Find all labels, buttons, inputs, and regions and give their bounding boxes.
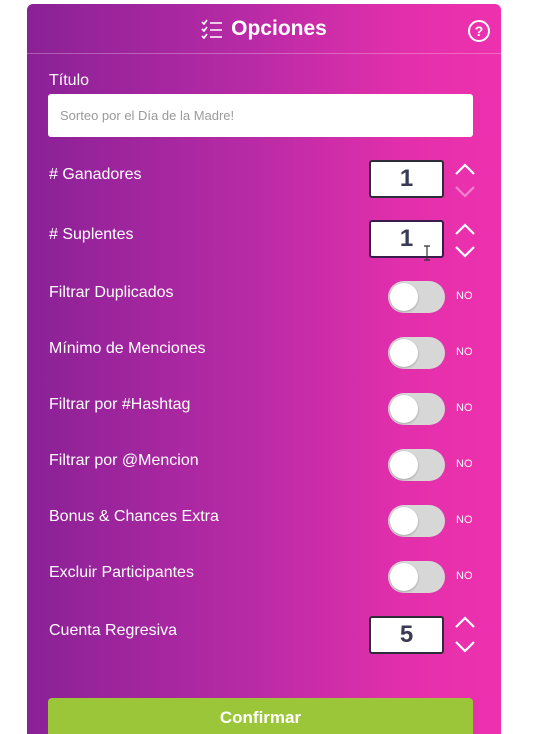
confirm-label: Confirmar bbox=[219, 708, 302, 727]
confirm-button[interactable]: Confirmar bbox=[48, 698, 473, 734]
countdown-input[interactable]: 5 bbox=[369, 616, 444, 654]
filter-mention-label: Filtrar por @Mencion bbox=[49, 452, 199, 469]
filter-hashtag-label: Filtrar por #Hashtag bbox=[49, 396, 191, 413]
winners-decrement-icon[interactable] bbox=[454, 185, 476, 199]
filter-mention-toggle[interactable] bbox=[388, 449, 445, 481]
alternates-label: # Suplentes bbox=[49, 226, 134, 243]
options-panel: Opciones ? Título # Ganadores 1 # Suplen… bbox=[27, 4, 501, 734]
countdown-label: Cuenta Regresiva bbox=[49, 622, 178, 639]
bonus-chances-state: NO bbox=[456, 514, 473, 526]
winners-increment-icon[interactable] bbox=[454, 162, 476, 176]
countdown-decrement-icon[interactable] bbox=[454, 640, 476, 654]
bonus-chances-label: Bonus & Chances Extra bbox=[49, 508, 219, 525]
filter-hashtag-toggle[interactable] bbox=[388, 393, 445, 425]
title-label: Título bbox=[49, 72, 90, 89]
exclude-participants-label: Excluir Participantes bbox=[49, 564, 194, 581]
toggle-knob bbox=[390, 395, 418, 423]
exclude-participants-toggle[interactable] bbox=[388, 561, 445, 593]
toggle-knob bbox=[390, 283, 418, 311]
panel-header: Opciones ? bbox=[27, 4, 501, 54]
filter-duplicates-state: NO bbox=[456, 290, 473, 302]
min-mentions-label: Mínimo de Menciones bbox=[49, 340, 206, 357]
min-mentions-toggle[interactable] bbox=[388, 337, 445, 369]
toggle-knob bbox=[390, 339, 418, 367]
countdown-increment-icon[interactable] bbox=[454, 615, 476, 629]
filter-duplicates-toggle[interactable] bbox=[388, 281, 445, 313]
checklist-icon bbox=[201, 19, 223, 39]
toggle-knob bbox=[390, 451, 418, 479]
text-cursor-icon bbox=[423, 245, 431, 261]
alternates-input[interactable]: 1 bbox=[369, 220, 444, 258]
winners-label: # Ganadores bbox=[49, 166, 142, 183]
help-circle-icon[interactable]: ? bbox=[468, 20, 490, 42]
filter-hashtag-state: NO bbox=[456, 402, 473, 414]
bonus-chances-toggle[interactable] bbox=[388, 505, 445, 537]
exclude-participants-state: NO bbox=[456, 570, 473, 582]
filter-duplicates-label: Filtrar Duplicados bbox=[49, 284, 174, 301]
alternates-increment-icon[interactable] bbox=[454, 222, 476, 236]
toggle-knob bbox=[390, 507, 418, 535]
alternates-decrement-icon[interactable] bbox=[454, 245, 476, 259]
min-mentions-state: NO bbox=[456, 346, 473, 358]
filter-mention-state: NO bbox=[456, 458, 473, 470]
help-glyph: ? bbox=[474, 23, 484, 39]
winners-input[interactable]: 1 bbox=[369, 160, 444, 198]
header-title-group: Opciones bbox=[27, 4, 501, 53]
page-title: Opciones bbox=[231, 16, 327, 40]
toggle-knob bbox=[390, 563, 418, 591]
title-input[interactable] bbox=[48, 94, 473, 137]
